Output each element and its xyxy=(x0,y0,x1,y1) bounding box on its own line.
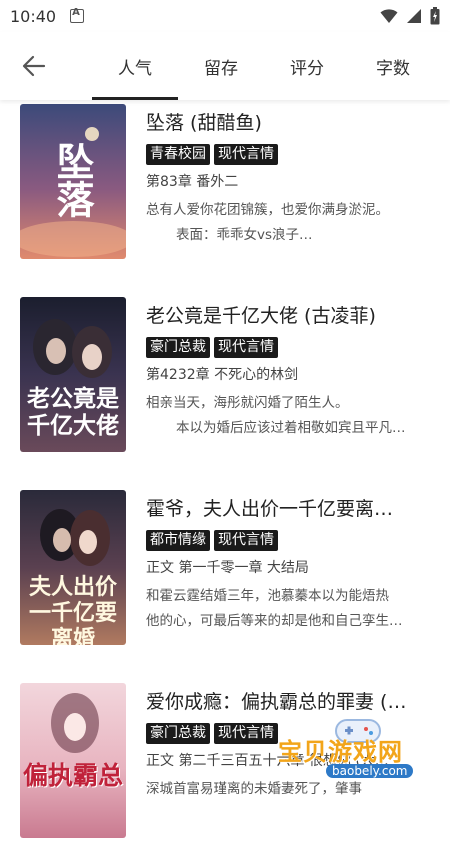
tag: 青春校园 xyxy=(146,144,210,165)
back-button[interactable] xyxy=(18,50,50,82)
desc-line: 总有人爱你花团锦簇，也爱你满身淤泥。 xyxy=(146,202,389,218)
book-tags: 豪门总裁 现代言情 xyxy=(146,723,278,744)
book-item[interactable]: 偏执霸总 爱你成瘾：偏执霸总的罪妻 (… 豪门总裁 现代言情 正文 第二千三百五… xyxy=(0,679,450,859)
wifi-icon xyxy=(380,9,398,23)
tab-label: 字数 xyxy=(376,58,410,79)
cover-title: 坠落 xyxy=(50,142,95,218)
book-title: 爱你成瘾：偏执霸总的罪妻 (… xyxy=(146,691,407,713)
desc-line: 本以为婚后应该过着相敬如宾且平凡… xyxy=(176,420,406,436)
tab-label: 人气 xyxy=(118,58,152,79)
tab-label: 留存 xyxy=(204,58,238,79)
latest-chapter: 第83章 番外二 xyxy=(146,174,239,190)
desc-line: 他的心，可最后等来的却是他和自己孪生… xyxy=(146,613,403,629)
book-cover[interactable]: 偏执霸总 xyxy=(20,683,126,838)
tag: 现代言情 xyxy=(214,723,278,744)
desc-line: 相亲当天，海彤就闪婚了陌生人。 xyxy=(146,395,349,411)
latest-chapter: 正文 第二千三百五十六章 很想你 (大… xyxy=(146,753,389,769)
tab-popularity[interactable]: 人气 xyxy=(92,32,178,100)
sort-tabs: 人气 留存 评分 字数 xyxy=(92,32,450,100)
latest-chapter: 第4232章 不死心的林剑 xyxy=(146,367,299,383)
book-cover[interactable]: 夫人出价一千亿要离婚 xyxy=(20,490,126,645)
book-tags: 都市情缘 现代言情 xyxy=(146,530,278,551)
tab-label: 评分 xyxy=(290,58,324,79)
latest-chapter: 正文 第一千零一章 大结局 xyxy=(146,560,309,576)
desc-line: 和霍云霆结婚三年，池慕蓁本以为能焐热 xyxy=(146,588,389,604)
book-title: 霍爷，夫人出价一千亿要离… xyxy=(146,498,394,520)
tag: 现代言情 xyxy=(214,144,278,165)
book-title: 坠落 (甜醋鱼) xyxy=(146,112,262,134)
tag: 都市情缘 xyxy=(146,530,210,551)
book-cover[interactable]: 老公竟是千亿大佬 xyxy=(20,297,126,452)
tag: 豪门总裁 xyxy=(146,337,210,358)
tab-retention[interactable]: 留存 xyxy=(178,32,264,100)
signal-icon xyxy=(407,9,421,23)
status-left: 10:40 xyxy=(10,6,85,26)
book-description: 相亲当天，海彤就闪婚了陌生人。 本以为婚后应该过着相敬如宾且平凡… xyxy=(146,391,428,441)
cover-title: 夫人出价一千亿要离婚 xyxy=(28,574,117,645)
book-tags: 豪门总裁 现代言情 xyxy=(146,337,278,358)
desc-line: 深城首富易瑾离的未婚妻死了，肇事 xyxy=(146,781,362,797)
tag: 豪门总裁 xyxy=(146,723,210,744)
status-right xyxy=(380,7,440,25)
status-bar: 10:40 xyxy=(0,0,450,32)
desc-line: 表面：乖乖女vs浪子… xyxy=(176,227,313,243)
tag: 现代言情 xyxy=(214,337,278,358)
status-time: 10:40 xyxy=(10,6,57,26)
tab-rating[interactable]: 评分 xyxy=(264,32,350,100)
book-title: 老公竟是千亿大佬 (古凌菲) xyxy=(146,305,376,327)
book-description: 总有人爱你花团锦簇，也爱你满身淤泥。 表面：乖乖女vs浪子… xyxy=(146,198,428,248)
back-arrow-icon xyxy=(22,55,46,77)
notification-icon xyxy=(70,7,85,23)
cover-title: 偏执霸总 xyxy=(23,761,124,790)
book-cover[interactable]: 坠落 xyxy=(20,104,126,259)
book-description: 深城首富易瑾离的未婚妻死了，肇事 xyxy=(146,777,428,802)
book-item[interactable]: 老公竟是千亿大佬 老公竟是千亿大佬 (古凌菲) 豪门总裁 现代言情 第4232章… xyxy=(0,293,450,473)
top-bar: 人气 留存 评分 字数 xyxy=(0,32,450,100)
battery-icon xyxy=(430,7,440,25)
cover-title: 老公竟是千亿大佬 xyxy=(27,385,119,439)
book-item[interactable]: 夫人出价一千亿要离婚 霍爷，夫人出价一千亿要离… 都市情缘 现代言情 正文 第一… xyxy=(0,486,450,666)
book-tags: 青春校园 现代言情 xyxy=(146,144,278,165)
book-description: 和霍云霆结婚三年，池慕蓁本以为能焐热 他的心，可最后等来的却是他和自己孪生… xyxy=(146,584,428,634)
book-item[interactable]: 坠落 坠落 (甜醋鱼) 青春校园 现代言情 第83章 番外二 总有人爱你花团锦簇… xyxy=(0,100,450,280)
tag: 现代言情 xyxy=(214,530,278,551)
tab-word-count[interactable]: 字数 xyxy=(350,32,436,100)
